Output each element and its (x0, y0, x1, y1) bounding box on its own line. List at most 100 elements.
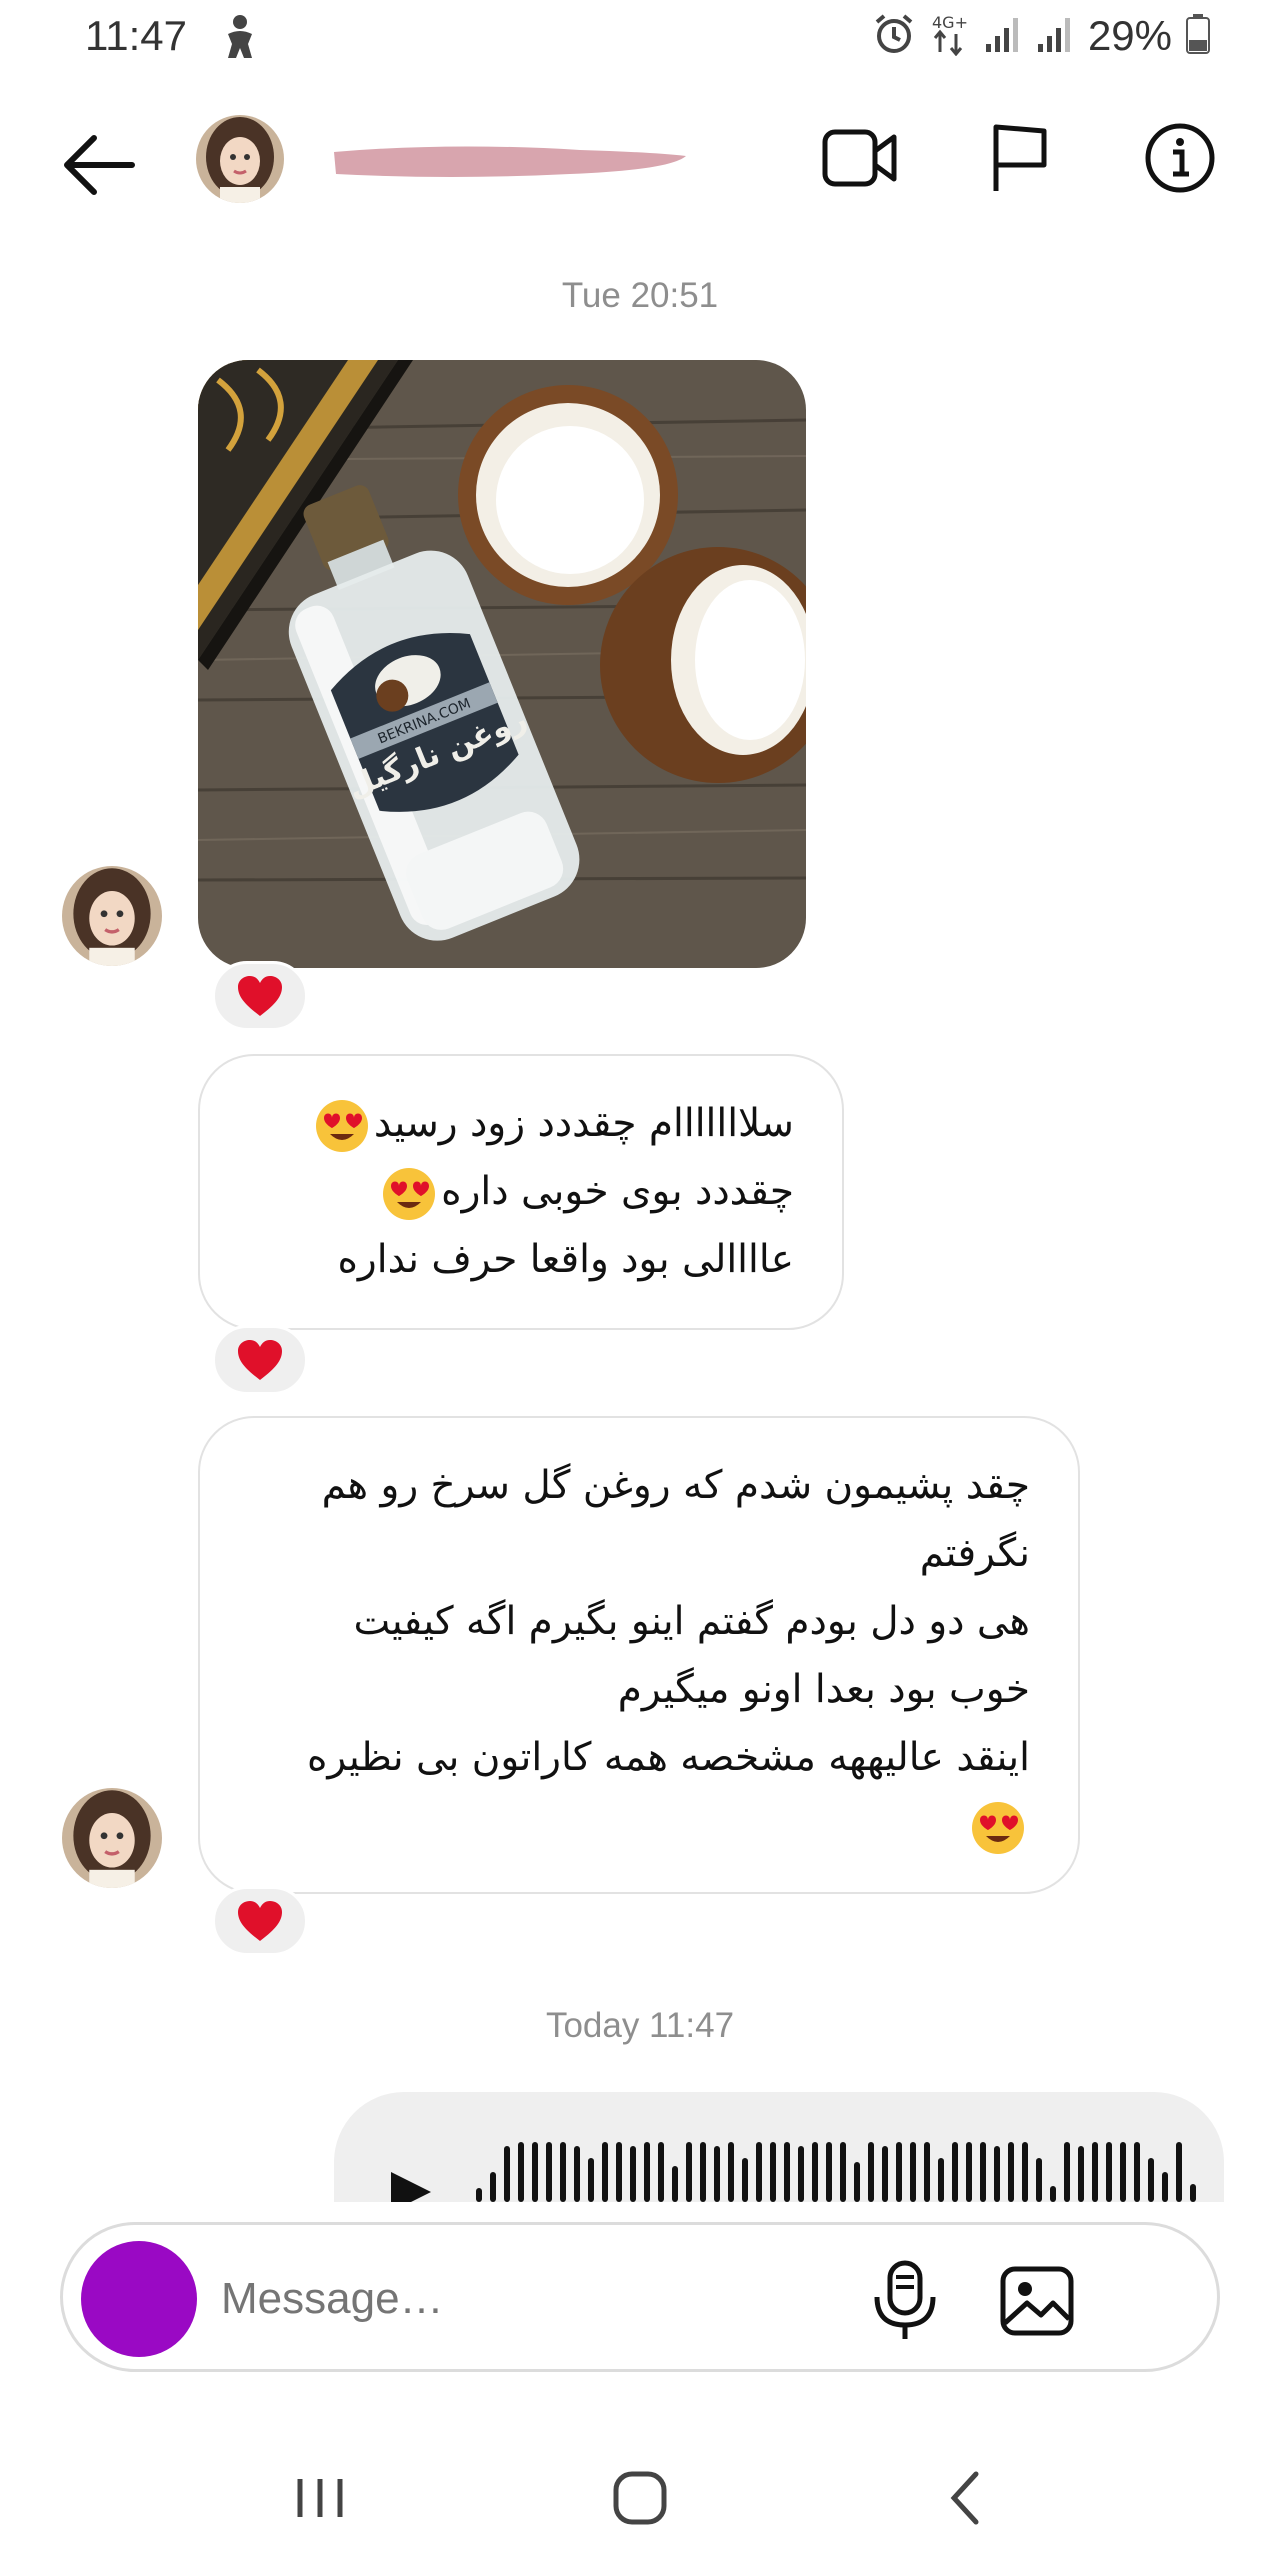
camera-button[interactable] (81, 2241, 197, 2357)
timestamp-today: Today 11:47 (545, 2006, 735, 2045)
report-button[interactable] (980, 118, 1060, 198)
message-2-line-4: خوب بود بعدا اونو میگیرم (617, 1667, 1030, 1712)
status-time: 11:47 (85, 12, 187, 59)
waveform-bar (644, 2142, 650, 2202)
waveform-bar (924, 2142, 930, 2202)
heart-icon (238, 1340, 282, 1380)
waveform-bar (826, 2142, 832, 2202)
sender-avatar-2[interactable] (62, 1788, 162, 1888)
video-call-button[interactable] (820, 118, 900, 198)
waveform-bar (1148, 2158, 1154, 2202)
voice-record-button[interactable] (865, 2259, 945, 2343)
photo-message[interactable]: BEKRINA.COM روغن نارگیل (198, 360, 806, 968)
timestamp-tue: Tue 20:51 (561, 276, 719, 315)
network-label: 4G+ (932, 13, 968, 32)
flag-icon (993, 124, 1047, 191)
waveform-bar (854, 2162, 860, 2202)
reaction-heart-3[interactable] (212, 1886, 308, 1956)
waveform-bar (840, 2142, 846, 2202)
message-1-line-3: عاااالی بود واقعا حرف نداره (337, 1237, 795, 1282)
info-icon (1145, 123, 1215, 193)
waveform-bar (784, 2142, 790, 2202)
waveform-bar (476, 2188, 482, 2202)
gallery-button[interactable] (997, 2261, 1077, 2341)
chat-header (0, 100, 1280, 225)
waveform-bar (966, 2142, 972, 2202)
waveform-bar (1120, 2142, 1126, 2202)
network-4g-icon: 4G+ (930, 12, 970, 60)
waveform-bar (1176, 2142, 1182, 2202)
voice-waveform (476, 2134, 1196, 2202)
android-nav-bar (0, 2440, 1280, 2560)
message-2-line-6 (248, 1792, 1030, 1860)
reaction-heart-2[interactable] (212, 1325, 308, 1395)
alarm-icon (872, 12, 916, 60)
heart-eyes-emoji-icon (383, 1167, 436, 1220)
reaction-heart-1[interactable] (212, 961, 308, 1031)
waveform-bar (560, 2142, 566, 2202)
waveform-bar (1050, 2186, 1056, 2202)
contact-avatar[interactable] (196, 115, 284, 203)
play-icon (391, 2172, 431, 2202)
instagram-dm-screen: 11:47 4G+ 29% Tue 20:51 BEKRINA.COM روغن… (0, 0, 1280, 2560)
waveform-bar (602, 2142, 608, 2202)
recent-apps-button[interactable] (280, 2458, 360, 2538)
waveform-bar (1190, 2184, 1196, 2202)
waveform-bar (910, 2142, 916, 2202)
waveform-bar (742, 2158, 748, 2202)
waveform-bar (1078, 2146, 1084, 2202)
heart-icon (238, 976, 282, 1016)
waveform-bar (1092, 2142, 1098, 2202)
voice-message[interactable] (334, 2092, 1224, 2202)
waveform-bar (812, 2142, 818, 2202)
waveform-bar (546, 2142, 552, 2202)
message-input[interactable] (221, 2269, 881, 2329)
waveform-bar (798, 2146, 804, 2202)
waveform-bar (1036, 2158, 1042, 2202)
chevron-left-icon (950, 2471, 979, 2525)
voice-play-button[interactable] (389, 2170, 433, 2202)
waveform-bar (518, 2142, 524, 2202)
waveform-bar (588, 2158, 594, 2202)
waveform-bar (658, 2142, 664, 2202)
back-arrow-icon (64, 135, 135, 195)
status-right-group: 4G+ 29% (872, 12, 1210, 60)
coconut-oil-photo: BEKRINA.COM روغن نارگیل (198, 360, 806, 968)
waveform-bar (700, 2142, 706, 2202)
signal-icon-1 (984, 14, 1022, 58)
waveform-bar (938, 2158, 944, 2202)
info-button[interactable] (1140, 118, 1220, 198)
image-gallery-icon (1000, 2266, 1074, 2336)
waveform-bar (728, 2142, 734, 2202)
signal-icon-2 (1036, 14, 1074, 58)
sender-avatar-1[interactable] (62, 866, 162, 966)
message-bubble-2[interactable]: چقد پشیمون شدم که روغن گل سرخ رو هم نگرف… (198, 1416, 1080, 1894)
home-icon (613, 2471, 667, 2525)
microphone-icon (874, 2260, 936, 2339)
contact-name-redacted[interactable] (330, 140, 690, 184)
header-actions (820, 118, 1220, 198)
waveform-bar (616, 2142, 622, 2202)
waveform-bar (672, 2166, 678, 2202)
message-composer (60, 2222, 1220, 2372)
message-1-line-2: چقددد بوی خوبی داره (248, 1158, 794, 1226)
waveform-bar (896, 2142, 902, 2202)
heart-eyes-emoji-icon (972, 1801, 1024, 1854)
system-back-button[interactable] (926, 2458, 1006, 2538)
waveform-bar (1008, 2142, 1014, 2202)
message-1-text-1: سلااااااام چقددد زود رسید (373, 1101, 794, 1146)
waveform-bar (980, 2142, 986, 2202)
waveform-bar (1064, 2142, 1070, 2202)
waveform-bar (574, 2146, 580, 2202)
message-bubble-1[interactable]: سلااااااام چقددد زود رسید چقددد بوی خوبی… (198, 1054, 844, 1330)
waveform-bar (532, 2142, 538, 2202)
message-1-line-1: سلااااااام چقددد زود رسید (248, 1090, 794, 1158)
message-2-line-1: چقد پشیمون شدم که روغن گل سرخ رو هم (321, 1463, 1030, 1508)
home-button[interactable] (600, 2458, 680, 2538)
accessibility-person-icon (222, 14, 258, 64)
status-bar: 11:47 4G+ 29% (0, 0, 1280, 80)
waveform-bar (1134, 2142, 1140, 2202)
back-button[interactable] (60, 130, 140, 200)
message-2-line-3: هی دو دل بودم گفتم اینو بگیرم اگه کیفیت (353, 1599, 1030, 1644)
waveform-bar (882, 2146, 888, 2202)
